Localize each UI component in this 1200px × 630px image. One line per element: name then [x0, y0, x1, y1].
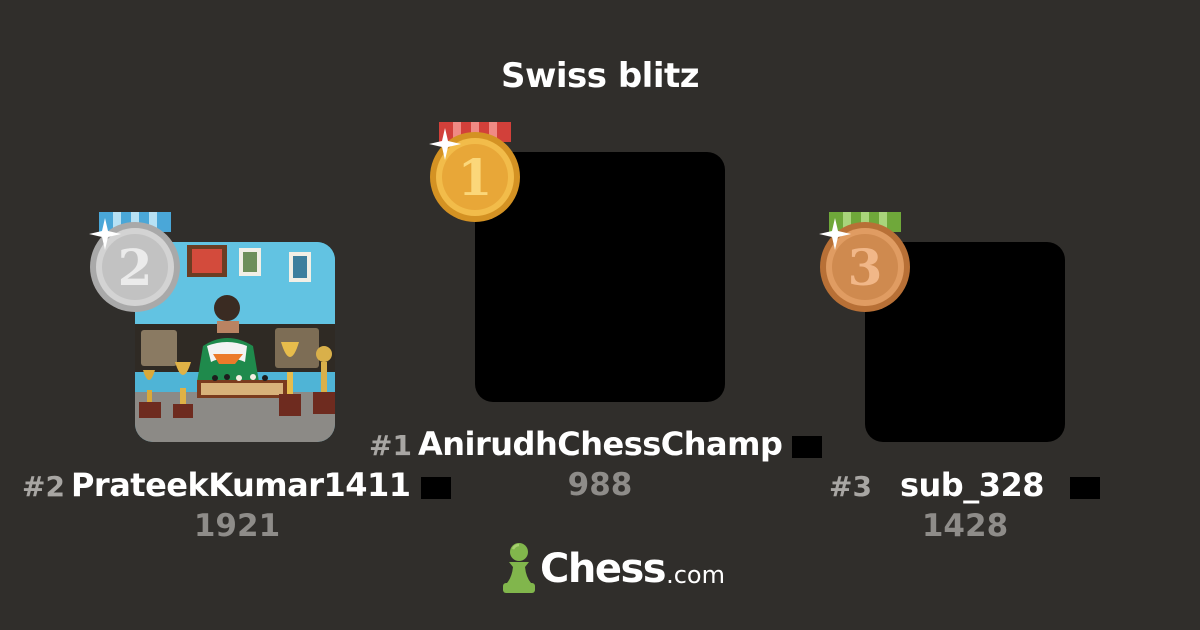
username-link[interactable]: PrateekKumar1411 — [71, 466, 411, 504]
country-flag-icon — [420, 477, 451, 499]
player-rating: 988 — [567, 467, 633, 503]
gold-medal-icon: 1 — [429, 122, 521, 232]
brand-name: Chess — [540, 546, 667, 592]
brand-tld: .com — [666, 561, 725, 589]
chess-com-logo[interactable]: Chess .com — [500, 540, 725, 598]
bronze-medal-icon: 3 — [819, 212, 911, 322]
rank-label: #1 — [369, 429, 412, 462]
country-flag-icon — [1069, 477, 1100, 499]
player-rating: 1428 — [921, 508, 1009, 544]
medal-numeral: 1 — [458, 148, 493, 207]
username-link[interactable]: sub_328 — [900, 466, 1045, 504]
country-flag-icon — [792, 436, 823, 458]
rank-label: #2 — [22, 470, 65, 503]
medal-numeral: 2 — [118, 238, 153, 297]
rank-label: #3 — [829, 470, 872, 503]
pawn-icon — [500, 541, 538, 597]
player-second-place: #2 PrateekKumar1411 — [22, 466, 451, 510]
tournament-title: Swiss blitz — [500, 56, 700, 96]
medal-numeral: 3 — [848, 238, 883, 297]
player-third-place: #3 sub_328 — [829, 466, 1100, 510]
username-link[interactable]: AnirudhChessChamp — [418, 425, 783, 463]
silver-medal-icon: 2 — [89, 212, 181, 322]
player-rating: 1921 — [193, 508, 281, 544]
podium-card: Swiss blitz 2 1 3 #2 PrateekKumar1411 19… — [0, 0, 1200, 630]
player-first-place: #1 AnirudhChessChamp — [369, 425, 823, 469]
